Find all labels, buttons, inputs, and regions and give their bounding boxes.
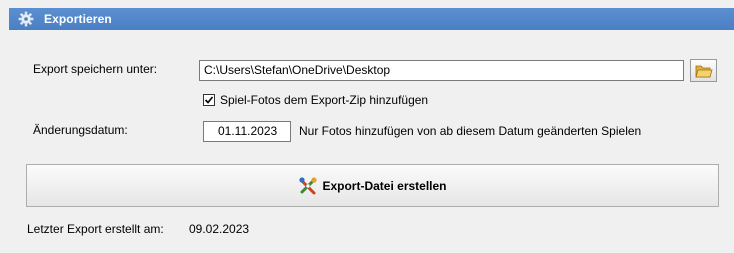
change-date-hint: Nur Fotos hinzufügen von ab diesem Datum… xyxy=(299,124,642,138)
export-path-label: Export speichern unter: xyxy=(33,62,158,76)
export-tools-icon xyxy=(298,176,318,196)
change-date-input[interactable]: 01.11.2023 xyxy=(203,121,291,142)
export-button-label: Export-Datei erstellen xyxy=(322,178,447,193)
last-export-label: Letzter Export erstellt am: xyxy=(27,222,164,236)
photos-checkbox-label: Spiel-Fotos dem Export-Zip hinzufügen xyxy=(220,93,429,107)
export-panel: Exportieren Export speichern unter: C:\U… xyxy=(0,0,734,253)
folder-open-icon xyxy=(694,63,713,79)
export-path-input[interactable]: C:\Users\Stefan\OneDrive\Desktop xyxy=(199,60,684,81)
panel-title: Exportieren xyxy=(44,12,112,26)
photos-checkbox[interactable] xyxy=(203,94,215,106)
last-export-date: 09.02.2023 xyxy=(189,222,250,236)
checkmark-icon xyxy=(204,96,214,104)
change-date-label: Änderungsdatum: xyxy=(33,123,128,137)
panel-titlebar: Exportieren xyxy=(9,8,734,30)
browse-folder-button[interactable] xyxy=(690,59,717,82)
export-button[interactable]: Export-Datei erstellen xyxy=(26,164,719,207)
gear-icon xyxy=(18,11,34,27)
